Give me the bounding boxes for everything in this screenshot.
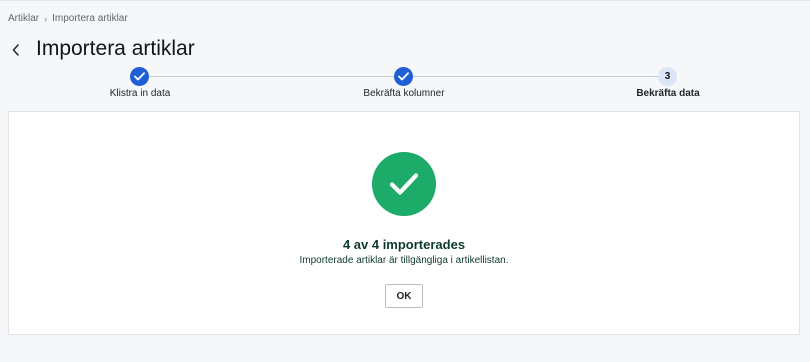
ok-button[interactable]: OK <box>385 284 423 308</box>
breadcrumb-separator: › <box>44 13 48 24</box>
result-subtitle: Importerade artiklar är tillgängliga i a… <box>299 255 509 266</box>
result-title: 4 av 4 importerades <box>342 237 466 252</box>
step-1-indicator <box>130 67 149 86</box>
step-3-label: Bekräfta data <box>636 88 700 99</box>
page-title: Importera artiklar <box>36 37 195 60</box>
breadcrumb-item-artiklar[interactable]: Artiklar <box>8 13 39 24</box>
success-indicator <box>372 152 436 216</box>
breadcrumb-item-current: Importera artiklar <box>52 13 128 24</box>
step-3-indicator: 3 <box>658 67 677 86</box>
check-icon <box>389 173 419 195</box>
step-2-indicator <box>394 67 413 86</box>
top-divider <box>0 0 810 1</box>
check-icon <box>398 72 409 81</box>
chevron-left-icon <box>12 44 19 56</box>
step-2-label: Bekräfta kolumner <box>363 88 445 99</box>
check-icon <box>134 72 145 81</box>
step-1-label: Klistra in data <box>109 88 171 99</box>
back-button[interactable] <box>8 41 24 59</box>
result-panel: 4 av 4 importerades Importerade artiklar… <box>8 111 800 335</box>
breadcrumb: Artiklar › Importera artiklar <box>8 13 128 24</box>
